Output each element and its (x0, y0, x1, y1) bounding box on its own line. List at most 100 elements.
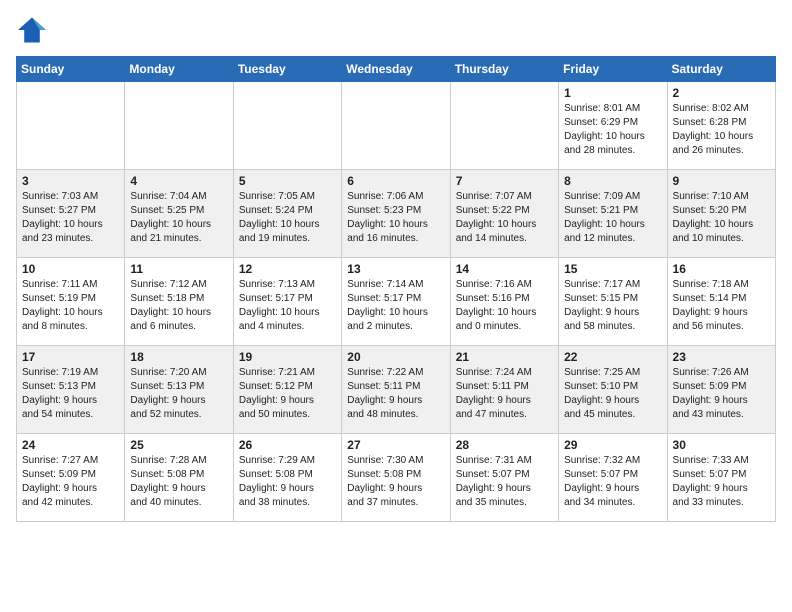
calendar-day-cell: 29Sunrise: 7:32 AM Sunset: 5:07 PM Dayli… (559, 434, 667, 522)
calendar-day-cell: 16 Sunrise: 7:18 AM Sunset: 5:14 PM Dayli… (667, 258, 775, 346)
day-info: Sunrise: 8:02 AM Sunset: 6:28 PM Dayligh… (673, 102, 770, 158)
day-number: 19 (239, 350, 336, 364)
day-number: 8 (564, 174, 661, 188)
day-info: Sunrise: 7:09 AM Sunset: 5:21 PM Dayligh… (564, 190, 661, 246)
calendar-day-cell (450, 82, 558, 170)
calendar-day-cell: 9 Sunrise: 7:10 AM Sunset: 5:20 PM Daylig… (667, 170, 775, 258)
day-info: Sunrise: 7:05 AM Sunset: 5:24 PM Dayligh… (239, 190, 336, 246)
day-number: 25 (130, 438, 227, 452)
day-info: Sunrise: 7:12 AM Sunset: 5:18 PM Dayligh… (130, 278, 227, 334)
calendar-day-cell: 22 Sunrise: 7:25 AM Sunset: 5:10 PM Dayli… (559, 346, 667, 434)
day-info: Sunrise: 8:01 AM Sunset: 6:29 PM Dayligh… (564, 102, 661, 158)
calendar-day-cell: 21 Sunrise: 7:24 AM Sunset: 5:11 PM Dayli… (450, 346, 558, 434)
weekday-header-row: SundayMondayTuesdayWednesdayThursdayFrid… (17, 57, 776, 82)
calendar-week-row: 17 Sunrise: 7:19 AM Sunset: 5:13 PM Dayli… (17, 346, 776, 434)
day-number: 4 (130, 174, 227, 188)
day-info: Sunrise: 7:04 AM Sunset: 5:25 PM Dayligh… (130, 190, 227, 246)
calendar-day-cell: 2 Sunrise: 8:02 AM Sunset: 6:28 PM Daylig… (667, 82, 775, 170)
calendar-day-cell: 14 Sunrise: 7:16 AM Sunset: 5:16 PM Dayli… (450, 258, 558, 346)
day-info: Sunrise: 7:20 AM Sunset: 5:13 PM Dayligh… (130, 366, 227, 422)
calendar-day-cell (125, 82, 233, 170)
weekday-header-saturday: Saturday (667, 57, 775, 82)
day-number: 21 (456, 350, 553, 364)
page-header (16, 16, 776, 44)
calendar-day-cell (17, 82, 125, 170)
day-number: 7 (456, 174, 553, 188)
day-info: Sunrise: 7:16 AM Sunset: 5:16 PM Dayligh… (456, 278, 553, 334)
day-number: 3 (22, 174, 119, 188)
day-info: Sunrise: 7:27 AM Sunset: 5:09 PM Dayligh… (22, 454, 119, 510)
weekday-header-thursday: Thursday (450, 57, 558, 82)
day-info: Sunrise: 7:22 AM Sunset: 5:11 PM Dayligh… (347, 366, 444, 422)
day-number: 29 (564, 438, 661, 452)
day-info: Sunrise: 7:30 AM Sunset: 5:08 PM Dayligh… (347, 454, 444, 510)
calendar-day-cell: 15Sunrise: 7:17 AM Sunset: 5:15 PM Dayli… (559, 258, 667, 346)
day-number: 10 (22, 262, 119, 276)
calendar-day-cell: 27 Sunrise: 7:30 AM Sunset: 5:08 PM Dayli… (342, 434, 450, 522)
day-info: Sunrise: 7:07 AM Sunset: 5:22 PM Dayligh… (456, 190, 553, 246)
calendar-week-row: 3 Sunrise: 7:03 AM Sunset: 5:27 PM Daylig… (17, 170, 776, 258)
calendar-day-cell: 11 Sunrise: 7:12 AM Sunset: 5:18 PM Dayli… (125, 258, 233, 346)
calendar-day-cell: 6Sunrise: 7:06 AM Sunset: 5:23 PM Daylig… (342, 170, 450, 258)
calendar-day-cell: 26Sunrise: 7:29 AM Sunset: 5:08 PM Dayli… (233, 434, 341, 522)
calendar-day-cell: 7 Sunrise: 7:07 AM Sunset: 5:22 PM Daylig… (450, 170, 558, 258)
day-info: Sunrise: 7:18 AM Sunset: 5:14 PM Dayligh… (673, 278, 770, 334)
day-number: 18 (130, 350, 227, 364)
day-info: Sunrise: 7:25 AM Sunset: 5:10 PM Dayligh… (564, 366, 661, 422)
day-info: Sunrise: 7:03 AM Sunset: 5:27 PM Dayligh… (22, 190, 119, 246)
day-number: 17 (22, 350, 119, 364)
calendar-week-row: 10 Sunrise: 7:11 AM Sunset: 5:19 PM Dayli… (17, 258, 776, 346)
calendar-day-cell: 8 Sunrise: 7:09 AM Sunset: 5:21 PM Daylig… (559, 170, 667, 258)
calendar-day-cell (342, 82, 450, 170)
calendar-day-cell: 5 Sunrise: 7:05 AM Sunset: 5:24 PM Daylig… (233, 170, 341, 258)
day-number: 14 (456, 262, 553, 276)
calendar-day-cell: 10 Sunrise: 7:11 AM Sunset: 5:19 PM Dayli… (17, 258, 125, 346)
calendar-day-cell: 3 Sunrise: 7:03 AM Sunset: 5:27 PM Daylig… (17, 170, 125, 258)
calendar-day-cell: 12 Sunrise: 7:13 AM Sunset: 5:17 PM Dayli… (233, 258, 341, 346)
day-info: Sunrise: 7:13 AM Sunset: 5:17 PM Dayligh… (239, 278, 336, 334)
calendar-day-cell: 4 Sunrise: 7:04 AM Sunset: 5:25 PM Daylig… (125, 170, 233, 258)
calendar-table: SundayMondayTuesdayWednesdayThursdayFrid… (16, 56, 776, 522)
day-number: 11 (130, 262, 227, 276)
calendar-day-cell: 13 Sunrise: 7:14 AM Sunset: 5:17 PM Dayli… (342, 258, 450, 346)
day-info: Sunrise: 7:21 AM Sunset: 5:12 PM Dayligh… (239, 366, 336, 422)
day-number: 27 (347, 438, 444, 452)
day-info: Sunrise: 7:29 AM Sunset: 5:08 PM Dayligh… (239, 454, 336, 510)
weekday-header-wednesday: Wednesday (342, 57, 450, 82)
weekday-header-monday: Monday (125, 57, 233, 82)
day-info: Sunrise: 7:06 AM Sunset: 5:23 PM Dayligh… (347, 190, 444, 246)
calendar-day-cell: 20Sunrise: 7:22 AM Sunset: 5:11 PM Dayli… (342, 346, 450, 434)
day-info: Sunrise: 7:10 AM Sunset: 5:20 PM Dayligh… (673, 190, 770, 246)
day-number: 28 (456, 438, 553, 452)
calendar-day-cell: 28 Sunrise: 7:31 AM Sunset: 5:07 PM Dayli… (450, 434, 558, 522)
day-number: 5 (239, 174, 336, 188)
calendar-week-row: 1Sunrise: 8:01 AM Sunset: 6:29 PM Daylig… (17, 82, 776, 170)
calendar-day-cell: 19 Sunrise: 7:21 AM Sunset: 5:12 PM Dayli… (233, 346, 341, 434)
day-number: 12 (239, 262, 336, 276)
day-number: 9 (673, 174, 770, 188)
day-info: Sunrise: 7:17 AM Sunset: 5:15 PM Dayligh… (564, 278, 661, 334)
day-info: Sunrise: 7:11 AM Sunset: 5:19 PM Dayligh… (22, 278, 119, 334)
day-number: 23 (673, 350, 770, 364)
calendar-day-cell: 30 Sunrise: 7:33 AM Sunset: 5:07 PM Dayli… (667, 434, 775, 522)
weekday-header-tuesday: Tuesday (233, 57, 341, 82)
calendar-day-cell (233, 82, 341, 170)
day-number: 30 (673, 438, 770, 452)
day-info: Sunrise: 7:26 AM Sunset: 5:09 PM Dayligh… (673, 366, 770, 422)
logo (16, 16, 52, 44)
day-info: Sunrise: 7:33 AM Sunset: 5:07 PM Dayligh… (673, 454, 770, 510)
day-number: 22 (564, 350, 661, 364)
day-number: 13 (347, 262, 444, 276)
day-number: 16 (673, 262, 770, 276)
calendar-week-row: 24 Sunrise: 7:27 AM Sunset: 5:09 PM Dayli… (17, 434, 776, 522)
day-number: 2 (673, 86, 770, 100)
day-info: Sunrise: 7:24 AM Sunset: 5:11 PM Dayligh… (456, 366, 553, 422)
day-info: Sunrise: 7:14 AM Sunset: 5:17 PM Dayligh… (347, 278, 444, 334)
day-number: 24 (22, 438, 119, 452)
calendar-day-cell: 24 Sunrise: 7:27 AM Sunset: 5:09 PM Dayli… (17, 434, 125, 522)
day-info: Sunrise: 7:19 AM Sunset: 5:13 PM Dayligh… (22, 366, 119, 422)
calendar-day-cell: 25 Sunrise: 7:28 AM Sunset: 5:08 PM Dayli… (125, 434, 233, 522)
day-info: Sunrise: 7:31 AM Sunset: 5:07 PM Dayligh… (456, 454, 553, 510)
calendar-day-cell: 1Sunrise: 8:01 AM Sunset: 6:29 PM Daylig… (559, 82, 667, 170)
day-info: Sunrise: 7:28 AM Sunset: 5:08 PM Dayligh… (130, 454, 227, 510)
